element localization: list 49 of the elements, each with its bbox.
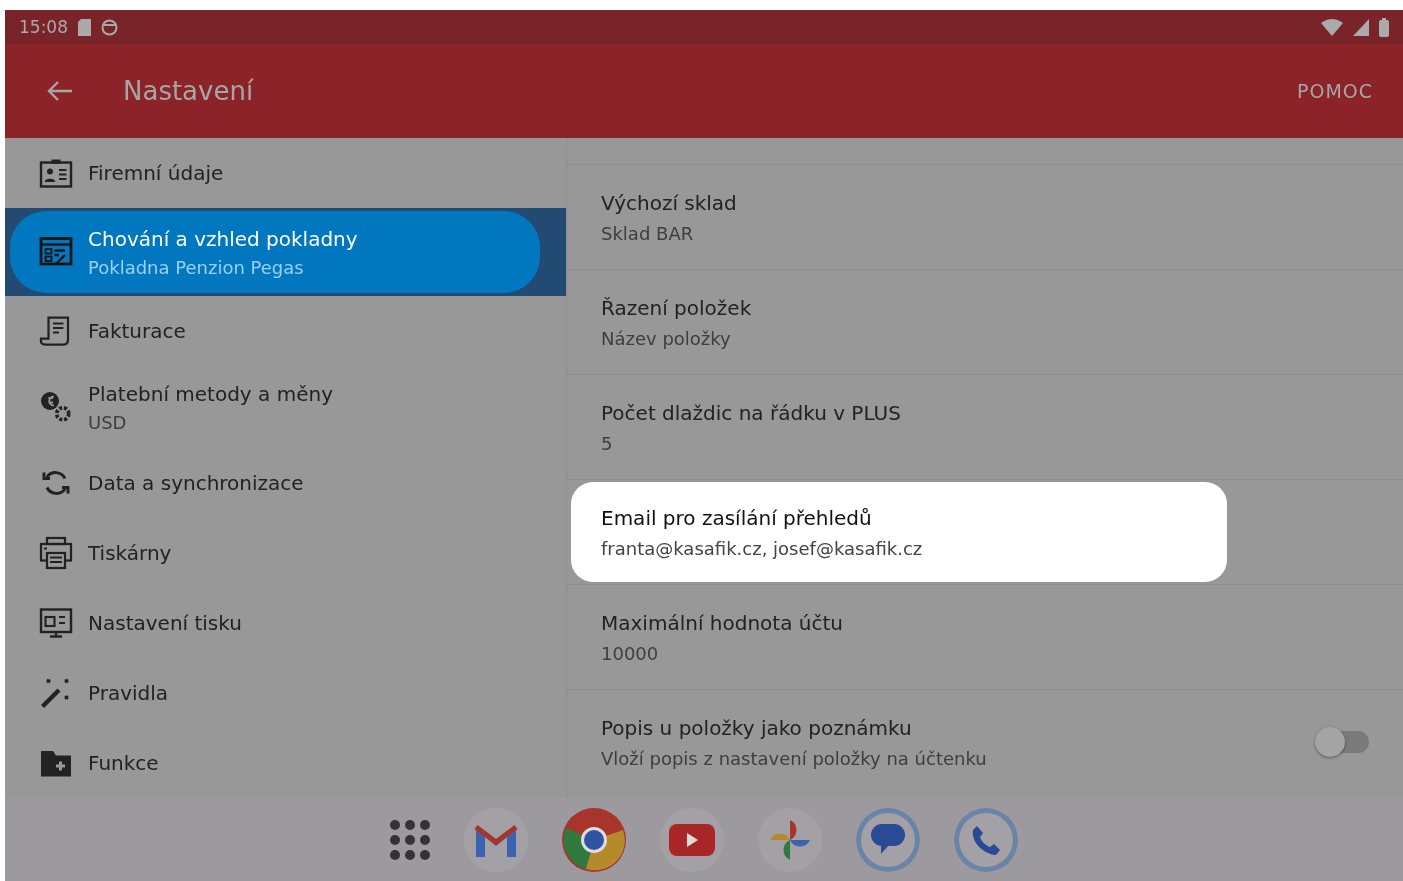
wifi-icon bbox=[1321, 18, 1343, 36]
signal-icon bbox=[1353, 18, 1369, 36]
sidebar-item-title: Data a synchronizace bbox=[88, 471, 304, 495]
sidebar-item-title: Tiskárny bbox=[88, 541, 172, 565]
setting-value: Sklad BAR bbox=[601, 222, 695, 244]
setting-item[interactable]: Výchozí sklad Sklad BAR bbox=[571, 165, 1399, 269]
setting-item[interactable]: Popis u položky jako poznámku Vloží popis z nastavení položky na účtenku bbox=[571, 690, 1399, 794]
sidebar-item[interactable]: Fakturace bbox=[10, 296, 566, 366]
sidebar-item-title: Funkce bbox=[88, 751, 159, 775]
setting-title: Počet dlaždic na řádku v PLUS bbox=[601, 400, 902, 425]
monitor-printer-icon bbox=[38, 605, 74, 641]
sd-card-icon bbox=[78, 18, 91, 36]
sidebar-item-title: Firemní údaje bbox=[88, 161, 224, 185]
sidebar-item[interactable]: Pravidla bbox=[10, 658, 566, 728]
sidebar-item[interactable]: Platební metody a měny USD bbox=[10, 366, 566, 448]
sidebar-item[interactable]: Chování a vzhled pokladny Pokladna Penzion Pegas bbox=[10, 211, 540, 293]
app-grid-icon[interactable] bbox=[390, 819, 430, 860]
sidebar-item-subtitle: Pokladna Penzion Pegas bbox=[88, 256, 305, 278]
setting-title: Email pro zasílání přehledů bbox=[601, 505, 873, 530]
sidebar-item[interactable]: Nastavení tisku bbox=[10, 588, 566, 658]
setting-value: 5 bbox=[601, 432, 614, 454]
setting-title: Výchozí sklad bbox=[601, 190, 738, 215]
circle-icon bbox=[101, 18, 118, 36]
sidebar-item-title: Fakturace bbox=[88, 319, 186, 343]
sidebar-item[interactable]: Tiskárny bbox=[10, 518, 566, 588]
setting-value: franta@kasafik.cz, josef@kasafik.cz bbox=[601, 537, 924, 559]
sidebar-item[interactable]: Funkce bbox=[10, 728, 566, 798]
sidebar-item-title: Pravidla bbox=[88, 681, 169, 705]
printer-icon bbox=[38, 535, 74, 571]
sidebar-item[interactable]: Data a synchronizace bbox=[10, 448, 566, 518]
setting-item[interactable]: Maximální hodnota účtu 10000 bbox=[571, 585, 1399, 689]
setting-title: Popis u položky jako poznámku bbox=[601, 715, 913, 740]
setting-value: 10000 bbox=[601, 642, 660, 664]
sidebar-item-title: Chování a vzhled pokladny bbox=[88, 226, 358, 251]
help-button[interactable]: POMOC bbox=[1292, 76, 1377, 106]
sidebar-item-title: Platební metody a měny bbox=[88, 381, 333, 406]
setting-title: Řazení položek bbox=[601, 295, 753, 320]
status-time: 15:08 bbox=[19, 17, 68, 37]
setting-value: Vloží popis z nastavení položky na účtenku bbox=[601, 747, 988, 769]
setting-title: Maximální hodnota účtu bbox=[601, 610, 844, 635]
app-bar-title: Nastavení bbox=[123, 76, 254, 106]
battery-icon bbox=[1379, 17, 1389, 37]
sidebar-item[interactable]: Firemní údaje bbox=[10, 138, 566, 208]
sidebar-item-title: Nastavení tisku bbox=[88, 611, 242, 635]
sidebar-item-subtitle: USD bbox=[88, 411, 128, 433]
setting-item[interactable]: Počet dlaždic na řádku v PLUS 5 bbox=[571, 375, 1399, 479]
setting-value: Název položky bbox=[601, 327, 732, 349]
highlighted-setting-card[interactable]: Email pro zasílání přehledů franta@kasafik.cz, josef@kasafik.cz bbox=[571, 482, 1227, 582]
setting-item[interactable]: Řazení položek Název položky bbox=[571, 270, 1399, 374]
